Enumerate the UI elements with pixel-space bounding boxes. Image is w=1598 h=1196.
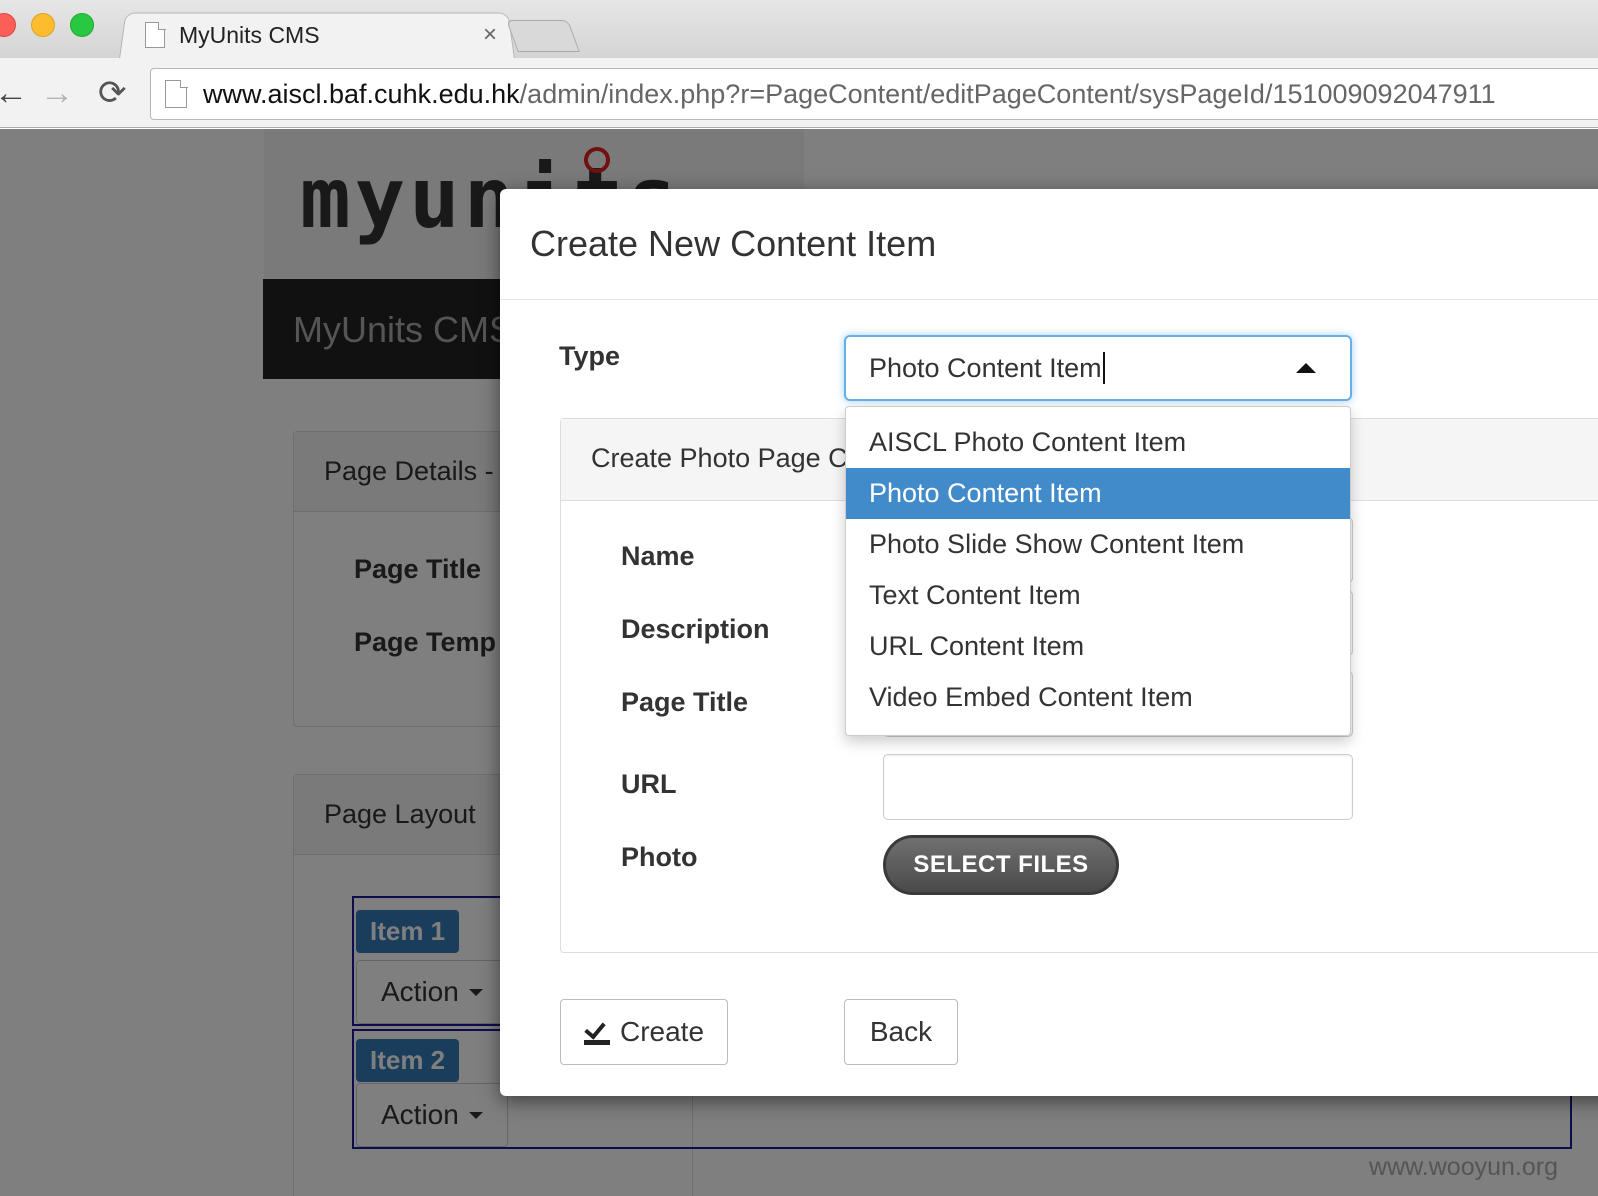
back-arrow-icon[interactable]: ← bbox=[0, 74, 28, 112]
close-window-button[interactable] bbox=[0, 13, 16, 37]
modal-header: Create New Content Item bbox=[500, 189, 1598, 300]
reload-icon[interactable]: ⟳ bbox=[98, 74, 127, 112]
dropdown-option[interactable]: Photo Slide Show Content Item bbox=[846, 519, 1350, 570]
forward-arrow-icon[interactable]: → bbox=[40, 74, 74, 112]
url-host: www.aiscl.baf.cuhk.edu.hk bbox=[203, 78, 520, 109]
type-label: Type bbox=[559, 341, 621, 371]
dropdown-option[interactable]: Video Embed Content Item bbox=[846, 672, 1350, 723]
page-icon bbox=[145, 21, 166, 48]
caret-up-icon bbox=[1296, 363, 1316, 373]
browser-tab-bar: MyUnits CMS × bbox=[0, 0, 1598, 67]
page-title-label: Page Title bbox=[621, 687, 749, 717]
check-icon bbox=[583, 1019, 610, 1045]
url-text[interactable]: www.aiscl.baf.cuhk.edu.hk/admin/index.ph… bbox=[203, 79, 1496, 110]
watermark: www.wooyun.org bbox=[1369, 1153, 1558, 1181]
address-bar[interactable]: www.aiscl.baf.cuhk.edu.hk/admin/index.ph… bbox=[150, 68, 1598, 120]
url-input[interactable] bbox=[883, 754, 1353, 820]
back-button[interactable]: Back bbox=[844, 999, 958, 1065]
minimize-window-button[interactable] bbox=[31, 13, 55, 37]
url-path: /admin/index.php?r=PageContent/editPageC… bbox=[519, 78, 1496, 109]
create-content-modal: Create New Content Item Type Photo Conte… bbox=[500, 189, 1598, 1096]
tab-title: MyUnits CMS bbox=[179, 21, 320, 48]
dropdown-option[interactable]: AISCL Photo Content Item bbox=[846, 417, 1350, 468]
text-cursor bbox=[1102, 352, 1105, 384]
photo-label: Photo bbox=[621, 842, 698, 872]
new-tab-button[interactable] bbox=[506, 20, 580, 52]
url-label: URL bbox=[621, 769, 677, 799]
type-dropdown-menu: AISCL Photo Content Item Photo Content I… bbox=[845, 406, 1351, 736]
select-files-button[interactable]: SELECT FILES bbox=[883, 835, 1119, 895]
modal-title: Create New Content Item bbox=[530, 223, 937, 264]
description-label: Description bbox=[621, 614, 770, 644]
browser-toolbar: ← → ⟳ www.aiscl.baf.cuhk.edu.hk/admin/in… bbox=[0, 58, 1598, 128]
create-photo-title: Create Photo Page C bbox=[591, 443, 848, 473]
type-select-value: Photo Content Item bbox=[869, 352, 1102, 383]
type-select[interactable]: Photo Content Item bbox=[844, 335, 1352, 401]
maximize-window-button[interactable] bbox=[70, 13, 94, 37]
create-button[interactable]: Create bbox=[560, 999, 728, 1065]
dropdown-option[interactable]: URL Content Item bbox=[846, 621, 1350, 672]
page-icon bbox=[165, 79, 188, 108]
browser-tab-content[interactable]: MyUnits CMS × bbox=[145, 12, 505, 58]
dropdown-option[interactable]: Text Content Item bbox=[846, 570, 1350, 621]
dropdown-option-selected[interactable]: Photo Content Item bbox=[846, 468, 1350, 519]
tab-close-icon[interactable]: × bbox=[475, 21, 505, 49]
name-label: Name bbox=[621, 541, 695, 571]
create-label: Create bbox=[619, 1016, 705, 1047]
